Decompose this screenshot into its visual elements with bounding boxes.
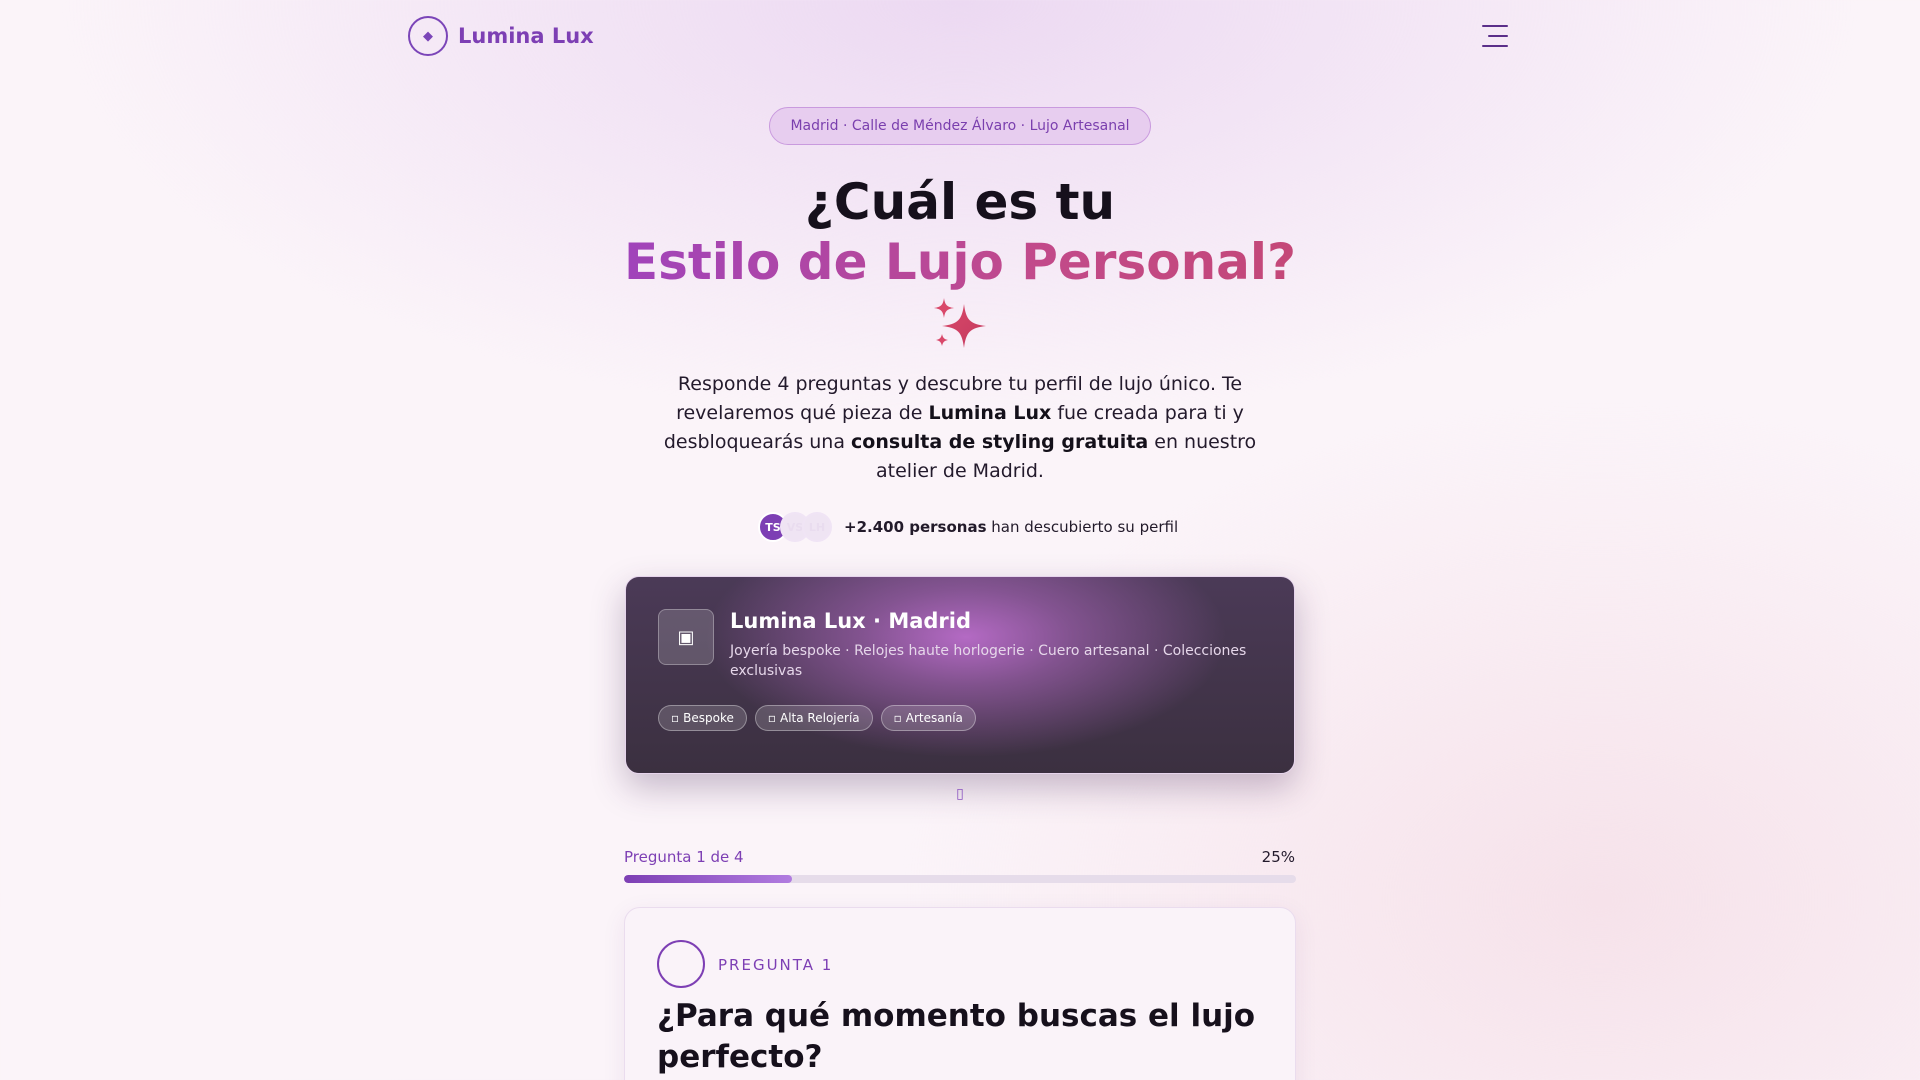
card-title: Lumina Lux · Madrid — [730, 609, 972, 633]
store-icon: ▣ — [658, 609, 714, 665]
atelier-card: ▣ Lumina Lux · Madrid Joyería bespoke · … — [625, 576, 1295, 774]
tag-icon: ▫ — [893, 711, 902, 725]
progress-bar — [624, 875, 1296, 883]
location-badge: Madrid · Calle de Méndez Álvaro · Lujo A… — [769, 107, 1151, 145]
card-subtitle: Joyería bespoke · Relojes haute horloger… — [730, 643, 1247, 679]
tag-artesania: ▫ Artesanía — [880, 705, 976, 731]
brand-mention: Lumina Lux — [928, 402, 1052, 424]
question-card: PREGUNTA 1 ¿Para qué momento buscas el l… — [624, 907, 1296, 1080]
avatar-stack: TS VS LH — [758, 512, 832, 542]
question-kicker: PREGUNTA 1 — [718, 956, 834, 974]
sparkles-icon — [934, 298, 986, 348]
chevron-down-icon[interactable]: ▯ — [950, 786, 970, 806]
social-proof-text: +2.400 personas han descubierto su perfi… — [844, 518, 1179, 536]
location-text: Madrid · Calle de Méndez Álvaro · Lujo A… — [790, 118, 1130, 134]
question-number-circle — [657, 940, 705, 988]
question-title: ¿Para qué momento buscas el lujo perfect… — [657, 998, 1256, 1075]
title-line-2: Estilo de Lujo Personal? — [560, 232, 1360, 292]
hero-description: Responde 4 preguntas y descubre tu perfi… — [663, 373, 1257, 482]
hamburger-menu-icon[interactable] — [1482, 25, 1508, 47]
offer-highlight: consulta de styling gratuita — [851, 431, 1149, 453]
social-proof: TS VS LH +2.400 personas han descubierto… — [758, 511, 1178, 543]
card-tags: ▫ Bespoke ▫ Alta Relojería ▫ Artesanía — [658, 705, 976, 731]
tag-icon: ▫ — [671, 711, 680, 725]
title-line-1: ¿Cuál es tu — [804, 173, 1116, 231]
tag-icon: ▫ — [767, 711, 777, 725]
avatar: LH — [802, 512, 832, 542]
progress-percent: 25% — [1261, 848, 1295, 866]
gem-icon: ◆ — [408, 16, 448, 56]
site-header: ◆ Lumina Lux — [408, 16, 1508, 56]
progress-fill — [624, 875, 792, 883]
brand[interactable]: ◆ Lumina Lux — [408, 16, 594, 56]
tag-alta-relojeria: ▫ Alta Relojería — [754, 705, 873, 731]
tag-bespoke: ▫ Bespoke — [658, 705, 747, 731]
progress-label: Pregunta 1 de 4 — [624, 848, 744, 866]
page-title: ¿Cuál es tu Estilo de Lujo Personal? — [560, 172, 1360, 292]
brand-name: Lumina Lux — [458, 24, 594, 48]
